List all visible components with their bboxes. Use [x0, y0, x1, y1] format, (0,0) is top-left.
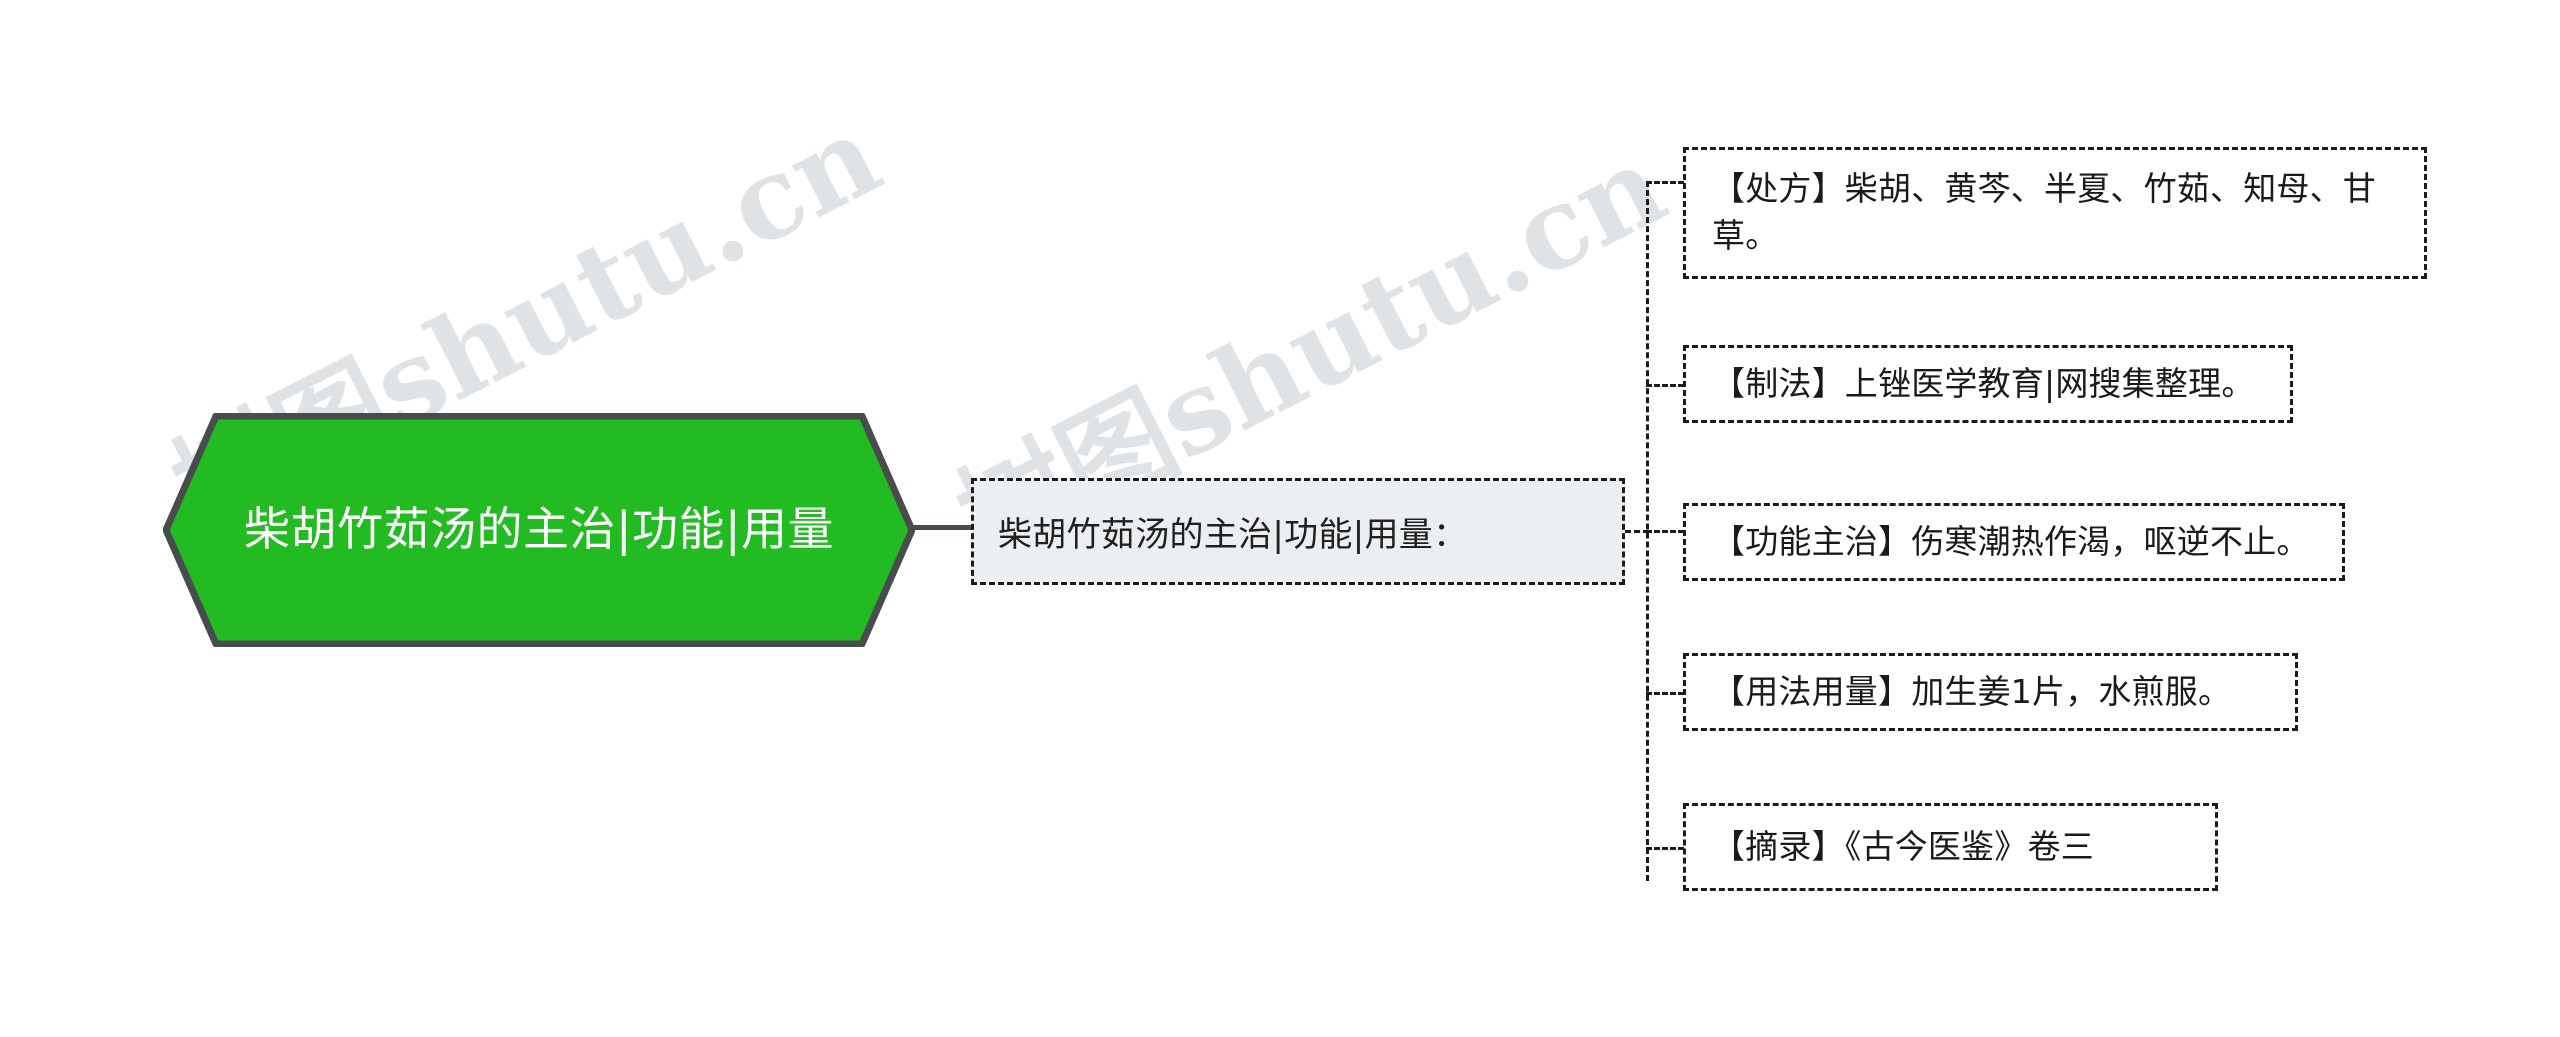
leaf-node-indications[interactable]: 【功能主治】伤寒潮热作渴，呕逆不止。 [1683, 503, 2345, 581]
connector-root-to-mid [912, 525, 974, 530]
leaf-node-source[interactable]: 【摘录】《古今医鉴》卷三 [1683, 803, 2218, 891]
leaf-node-label: 【用法用量】加生姜1片，水煎服。 [1712, 671, 2232, 711]
leaf-node-label: 【制法】上锉医学教育|网搜集整理。 [1712, 363, 2255, 403]
connector-stub-0 [1646, 181, 1684, 184]
leaf-node-prescription[interactable]: 【处方】柴胡、黄芩、半夏、竹茹、知母、甘草。 [1683, 147, 2427, 279]
mindmap-canvas: 树图shutu.cn 树图shutu.cn 柴胡竹茹汤的主治|功能|用量 柴胡竹… [0, 0, 2560, 1037]
leaf-node-label: 【处方】柴胡、黄芩、半夏、竹茹、知母、甘草。 [1712, 169, 2376, 255]
connector-stub-3 [1646, 692, 1684, 695]
mid-node-label: 柴胡竹茹汤的主治|功能|用量： [998, 515, 1468, 555]
root-node[interactable]: 柴胡竹茹汤的主治|功能|用量 [163, 413, 915, 647]
mid-node[interactable]: 柴胡竹茹汤的主治|功能|用量： [971, 478, 1625, 585]
leaf-node-dosage[interactable]: 【用法用量】加生姜1片，水煎服。 [1683, 653, 2298, 731]
leaf-node-label: 【摘录】《古今医鉴》卷三 [1712, 826, 2094, 866]
connector-stub-4 [1646, 847, 1684, 850]
connector-stub-1 [1646, 384, 1684, 387]
connector-stub-2 [1646, 530, 1684, 533]
leaf-node-label: 【功能主治】伤寒潮热作渴，呕逆不止。 [1712, 521, 2310, 561]
root-node-label: 柴胡竹茹汤的主治|功能|用量 [244, 502, 834, 557]
leaf-node-preparation[interactable]: 【制法】上锉医学教育|网搜集整理。 [1683, 345, 2293, 423]
